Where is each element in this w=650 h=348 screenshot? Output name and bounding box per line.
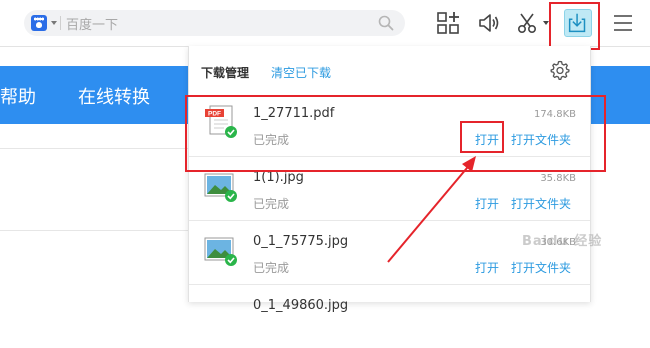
gear-icon[interactable] <box>550 60 570 80</box>
annotation-box-open <box>460 121 504 153</box>
baidu-paw-icon[interactable] <box>31 15 47 31</box>
panel-title: 下载管理 <box>201 66 250 80</box>
scissors-icon[interactable] <box>516 11 540 35</box>
download-status: 已完成 <box>253 261 290 275</box>
annotation-arrow <box>387 156 476 263</box>
nav-item-online-convert[interactable]: 在线转换 <box>78 83 150 109</box>
nav-item-help[interactable]: 帮助 <box>0 83 36 109</box>
download-status: 已完成 <box>253 197 290 211</box>
open-folder-link[interactable]: 打开文件夹 <box>511 195 571 212</box>
page-divider <box>0 230 190 231</box>
download-item[interactable]: 0_1_49860.jpg <box>189 286 590 348</box>
search-divider <box>60 16 61 30</box>
image-file-icon <box>204 237 237 266</box>
search-icon[interactable] <box>377 14 395 32</box>
file-name[interactable]: 0_1_75775.jpg <box>253 234 348 249</box>
download-icon <box>568 13 586 33</box>
watermark: Baidu 经验 <box>522 234 603 249</box>
volume-icon[interactable] <box>477 11 501 35</box>
chevron-down-icon[interactable] <box>51 21 57 25</box>
page-divider <box>0 148 190 149</box>
image-file-icon <box>204 173 237 202</box>
download-button[interactable] <box>564 9 592 37</box>
file-name[interactable]: 1(1).jpg <box>253 170 304 185</box>
apps-grid-icon[interactable] <box>436 11 460 35</box>
search-input[interactable]: 百度一下 <box>66 14 118 33</box>
menu-icon[interactable] <box>611 11 635 35</box>
clear-downloaded-link[interactable]: 清空已下载 <box>271 64 331 81</box>
browser-toolbar: 百度一下 <box>0 0 650 50</box>
search-box[interactable]: 百度一下 <box>24 10 405 36</box>
file-name[interactable]: 0_1_49860.jpg <box>253 298 348 313</box>
open-folder-link[interactable]: 打开文件夹 <box>511 259 571 276</box>
file-size: 35.8KB <box>540 173 576 184</box>
